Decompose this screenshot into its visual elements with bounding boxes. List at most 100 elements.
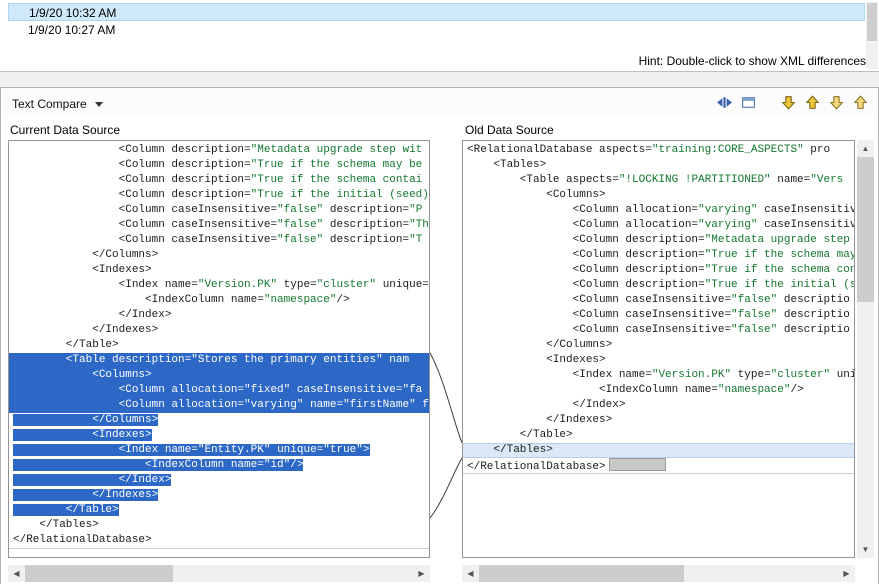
code-line[interactable]: <Indexes> <box>13 428 429 443</box>
code-line[interactable]: </Table> <box>467 428 854 443</box>
code-line[interactable]: <Column description="True if the initial… <box>467 278 854 293</box>
next-difference-icon[interactable] <box>777 91 799 113</box>
code-line[interactable]: </Index> <box>467 398 854 413</box>
code-line[interactable]: <Indexes> <box>13 263 429 278</box>
code-text: <Indexes> <box>13 264 152 276</box>
scrollbar-thumb[interactable] <box>857 157 874 302</box>
code-line[interactable]: <Tables> <box>467 158 854 173</box>
code-line[interactable]: <Index name="Version.PK" type="cluster" … <box>467 368 854 383</box>
code-text: <Column description="True if the schema … <box>13 159 422 171</box>
code-line[interactable]: <Column allocation="fixed" caseInsensiti… <box>9 383 429 398</box>
left-pane-header: Current Data Source <box>10 122 120 138</box>
code-line[interactable]: <Table aspects="!LOCKING !PARTITIONED" n… <box>467 173 854 188</box>
code-line[interactable]: <Column description="Metadata upgrade st… <box>467 233 854 248</box>
previous-change-icon[interactable] <box>849 91 871 113</box>
code-text: <Column description="True if the initial… <box>13 189 429 201</box>
scroll-left-button[interactable]: ◀ <box>462 565 479 582</box>
next-change-icon[interactable] <box>825 91 847 113</box>
code-text: </Indexes> <box>13 324 158 336</box>
code-line[interactable]: <Columns> <box>467 188 854 203</box>
code-line[interactable]: <Table description="Stores the primary e… <box>9 353 429 368</box>
code-line[interactable]: <Column description="True if the schema … <box>13 158 429 173</box>
code-line[interactable]: </Indexes> <box>467 413 854 428</box>
text-compare-label: Text Compare <box>12 97 87 111</box>
insertion-marker <box>609 458 666 471</box>
code-line[interactable]: <Column caseInsensitive="false" descript… <box>13 203 429 218</box>
code-line[interactable]: <Column caseInsensitive="false" descript… <box>13 233 429 248</box>
code-line[interactable]: <Indexes> <box>467 353 854 368</box>
code-line[interactable]: </Index> <box>13 308 429 323</box>
scroll-down-button[interactable]: ▼ <box>857 541 874 558</box>
code-line[interactable]: <RelationalDatabase aspects="training:CO… <box>467 143 854 158</box>
compare-direction-icon[interactable] <box>713 91 735 113</box>
code-line[interactable]: <IndexColumn name="namespace"/> <box>13 293 429 308</box>
code-text: <Tables> <box>467 159 546 171</box>
code-line[interactable]: <Column description="Metadata upgrade st… <box>13 143 429 158</box>
vertical-scrollbar[interactable]: ▲ ▼ <box>857 140 874 558</box>
code-line[interactable]: </Indexes> <box>13 323 429 338</box>
code-text: <IndexColumn name="namespace"/> <box>467 384 804 396</box>
text-compare-dropdown[interactable]: Text Compare <box>12 94 103 114</box>
code-line[interactable]: </Tables> <box>13 518 429 533</box>
code-line[interactable]: </RelationalDatabase> <box>13 533 429 548</box>
code-line[interactable]: </Table> <box>13 338 429 353</box>
code-line[interactable]: </Columns> <box>13 413 429 428</box>
code-line[interactable]: <IndexColumn name="id"/> <box>13 458 429 473</box>
code-line[interactable]: </Columns> <box>467 338 854 353</box>
code-line[interactable]: <Column caseInsensitive="false" descript… <box>467 308 854 323</box>
code-line[interactable]: <Column description="True if the schema … <box>467 248 854 263</box>
scroll-up-button[interactable]: ▲ <box>857 140 874 157</box>
code-line[interactable]: <Column description="True if the schema … <box>467 263 854 278</box>
scroll-right-button[interactable]: ▶ <box>413 565 430 582</box>
code-text: </Columns> <box>467 339 612 351</box>
code-text: <RelationalDatabase aspects="training:CO… <box>467 144 830 156</box>
scroll-right-button[interactable]: ▶ <box>838 565 855 582</box>
code-line[interactable]: <Column description="True if the schema … <box>13 173 429 188</box>
code-line[interactable]: </Table> <box>13 503 429 518</box>
code-line[interactable]: <Column allocation="varying" caseInsensi… <box>467 218 854 233</box>
code-text: <Column description="True if the initial… <box>467 279 854 291</box>
code-line[interactable]: <Index name="Version.PK" type="cluster" … <box>13 278 429 293</box>
code-line[interactable]: <Column caseInsensitive="false" descript… <box>13 218 429 233</box>
code-text: <Column description="True if the schema … <box>467 249 854 261</box>
code-text: <Column allocation="varying" caseInsensi… <box>467 204 854 216</box>
code-line[interactable]: </Indexes> <box>13 488 429 503</box>
code-line[interactable]: <Column allocation="varying" name="first… <box>9 398 429 413</box>
history-row[interactable]: 1/9/20 10:32 AM <box>8 3 865 21</box>
code-line[interactable]: </RelationalDatabase> <box>467 458 854 473</box>
code-text: <Index name="Version.PK" type="cluster" … <box>467 369 854 381</box>
code-line[interactable]: <Index name="Entity.PK" unique="true"> <box>13 443 429 458</box>
code-line[interactable]: </Tables> <box>463 443 854 458</box>
code-text: <Table description="Stores the primary e… <box>13 354 409 366</box>
code-text: </Tables> <box>467 444 553 456</box>
document-end-marker <box>463 473 854 474</box>
code-text: <Column caseInsensitive="false" descript… <box>467 294 850 306</box>
scroll-left-button[interactable]: ◀ <box>8 565 25 582</box>
right-horizontal-scrollbar[interactable]: ◀ ▶ <box>462 565 855 582</box>
code-line[interactable]: <IndexColumn name="namespace"/> <box>467 383 854 398</box>
history-row[interactable]: 1/9/20 10:27 AM <box>8 21 865 39</box>
code-line[interactable]: <Column allocation="varying" caseInsensi… <box>467 203 854 218</box>
code-line[interactable]: <Column caseInsensitive="false" descript… <box>467 323 854 338</box>
code-text: <Columns> <box>13 369 152 381</box>
code-text: <Column allocation="varying" name="first… <box>13 399 429 411</box>
left-horizontal-scrollbar[interactable]: ◀ ▶ <box>8 565 430 582</box>
code-text: </RelationalDatabase> <box>467 461 606 473</box>
code-text: <IndexColumn name="id"/> <box>13 459 303 471</box>
code-line[interactable]: <Column caseInsensitive="false" descript… <box>467 293 854 308</box>
code-line[interactable]: <Columns> <box>9 368 429 383</box>
code-line[interactable]: </Index> <box>13 473 429 488</box>
code-line[interactable]: <Column description="True if the initial… <box>13 188 429 203</box>
chevron-down-icon <box>95 102 103 107</box>
previous-difference-icon[interactable] <box>801 91 823 113</box>
history-scrollbar[interactable] <box>866 2 878 69</box>
current-source-editor[interactable]: <Column description="Metadata upgrade st… <box>8 140 430 558</box>
xml-compare-view: 1/9/20 10:32 AM 1/9/20 10:27 AM Hint: Do… <box>0 0 879 584</box>
old-source-editor[interactable]: <RelationalDatabase aspects="training:CO… <box>462 140 855 558</box>
scrollbar-thumb[interactable] <box>25 565 173 582</box>
code-line[interactable]: </Columns> <box>13 248 429 263</box>
scrollbar-thumb[interactable] <box>867 3 877 41</box>
scrollbar-thumb[interactable] <box>479 565 684 582</box>
ancestor-pane-icon[interactable] <box>737 91 759 113</box>
code-text: <Column description="Metadata upgrade st… <box>13 144 422 156</box>
